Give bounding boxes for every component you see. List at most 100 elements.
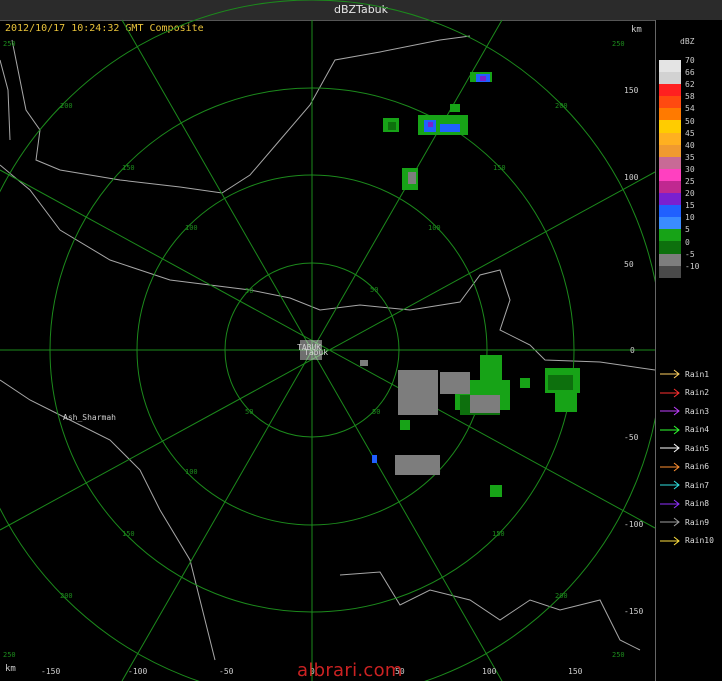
watermark: albrari.com: [297, 660, 403, 681]
y-tick-label: -100: [624, 520, 644, 529]
rain-layer-label: Rain3: [685, 406, 710, 416]
dbz-level-label: 58: [685, 92, 695, 102]
dbz-color-swatch: [659, 132, 681, 145]
dbz-level-label: 54: [685, 104, 695, 114]
y-tick-label: 50: [624, 260, 634, 269]
radar-display[interactable]: 50 100 150 200 250 50 100 150 200 250 50…: [0, 0, 655, 681]
rain-layer-label: Rain9: [685, 517, 710, 527]
y-tick-label: 0: [630, 346, 635, 355]
dbz-level-label: 15: [685, 201, 695, 211]
rain-layer-label: Rain4: [685, 425, 710, 435]
arrow-icon: [660, 443, 680, 453]
arrow-icon: [660, 536, 680, 546]
y-tick-label: -150: [624, 607, 644, 616]
rain-layer-item[interactable]: Rain2: [659, 384, 714, 403]
rain-layer-list[interactable]: Rain1 Rain2 Rain3 Rain4 Rain5 Rain6 Rain7 Rain8…: [659, 365, 714, 550]
dbz-color-swatch: [659, 180, 681, 194]
dbz-level-label: 70: [685, 56, 695, 65]
dbz-level-label: 40: [685, 140, 695, 150]
ring-label: 50: [372, 408, 380, 416]
x-tick-label: -100: [128, 667, 148, 676]
ring-label: 150: [122, 164, 135, 172]
ring-label: 200: [60, 102, 73, 110]
dbz-level-label: 66: [685, 68, 695, 78]
dbz-level-label: 30: [685, 164, 695, 174]
dbz-color-swatch: [659, 144, 681, 157]
rain-layer-item[interactable]: Rain7: [659, 476, 714, 495]
ring-label: 50: [245, 287, 253, 295]
dbz-level-label: 50: [685, 116, 695, 126]
dbz-level-label: 25: [685, 177, 695, 186]
rain-layer-item[interactable]: Rain8: [659, 495, 714, 514]
rain-layer-item[interactable]: Rain10: [659, 532, 714, 551]
arrow-icon: [660, 388, 680, 398]
rain-layer-item[interactable]: Rain3: [659, 402, 714, 421]
rain-layer-label: Rain2: [685, 388, 710, 398]
ring-label: 250: [3, 40, 16, 48]
rain-layer-item[interactable]: Rain5: [659, 439, 714, 458]
y-tick-label: 100: [624, 173, 639, 182]
arrow-icon: [660, 406, 680, 416]
ring-label: 200: [60, 592, 73, 600]
station-label: Tabuk: [304, 348, 328, 357]
arrow-icon: [660, 499, 680, 509]
city-label: Ash_Sharmah: [63, 413, 116, 422]
ring-label: 150: [122, 530, 135, 538]
ring-label: 100: [185, 468, 198, 476]
dbz-level-label: 5: [685, 225, 690, 235]
y-tick-label: -50: [624, 433, 639, 442]
ring-label: 200: [555, 592, 568, 600]
rain-layer-item[interactable]: Rain4: [659, 421, 714, 440]
rain-layer-item[interactable]: Rain1: [659, 365, 714, 384]
dbz-color-swatch: [659, 241, 681, 254]
legend-title: dBZ: [680, 37, 695, 46]
x-tick-label: 150: [568, 667, 583, 676]
ring-label: 50: [370, 286, 378, 294]
rain-layer-label: Rain10: [685, 536, 714, 546]
rain-layer-label: Rain1: [685, 369, 710, 379]
ring-label: 150: [492, 530, 505, 538]
rain-layer-label: Rain8: [685, 499, 710, 509]
dbz-level-label: -5: [685, 249, 695, 259]
dbz-level-label: 10: [685, 213, 695, 223]
y-tick-label: 150: [624, 86, 639, 95]
ring-label: 250: [612, 651, 625, 659]
dbz-color-swatch: [659, 168, 681, 181]
dbz-color-swatch: [659, 217, 681, 230]
dbz-color-swatch: [659, 253, 681, 266]
dbz-color-swatch: [659, 60, 681, 73]
arrow-icon: [660, 480, 680, 490]
dbz-color-swatch: [659, 84, 681, 97]
dbz-color-scale: [659, 60, 681, 278]
dbz-color-swatch: [659, 108, 681, 121]
dbz-level-label: 20: [685, 189, 695, 199]
arrow-icon: [660, 425, 680, 435]
arrow-icon: [660, 462, 680, 472]
rain-layer-item[interactable]: Rain9: [659, 513, 714, 532]
dbz-color-swatch: [659, 156, 681, 169]
radar-echoes: [300, 72, 580, 497]
dbz-level-label: -10: [685, 261, 700, 271]
dbz-level-label: 45: [685, 128, 695, 138]
dbz-level-label: 62: [685, 80, 695, 90]
rain-layer-item[interactable]: Rain6: [659, 458, 714, 477]
ring-label: 100: [185, 224, 198, 232]
x-tick-label: -50: [219, 667, 234, 676]
rain-layer-label: Rain7: [685, 480, 710, 490]
arrow-icon: [660, 517, 680, 527]
ring-label: 50: [245, 408, 253, 416]
dbz-color-swatch: [659, 205, 681, 218]
dbz-level-label: 35: [685, 152, 695, 162]
ring-label: 250: [3, 651, 16, 659]
dbz-color-swatch: [659, 120, 681, 133]
ring-label: 100: [428, 224, 441, 232]
dbz-color-swatch: [659, 96, 681, 109]
x-tick-label: 100: [482, 667, 497, 676]
dbz-level-label: 0: [685, 237, 690, 247]
rain-layer-label: Rain5: [685, 443, 710, 453]
dbz-color-swatch: [659, 193, 681, 206]
ring-label: 200: [555, 102, 568, 110]
dbz-color-swatch: [659, 265, 681, 278]
arrow-icon: [660, 369, 680, 379]
dbz-color-swatch: [659, 229, 681, 242]
